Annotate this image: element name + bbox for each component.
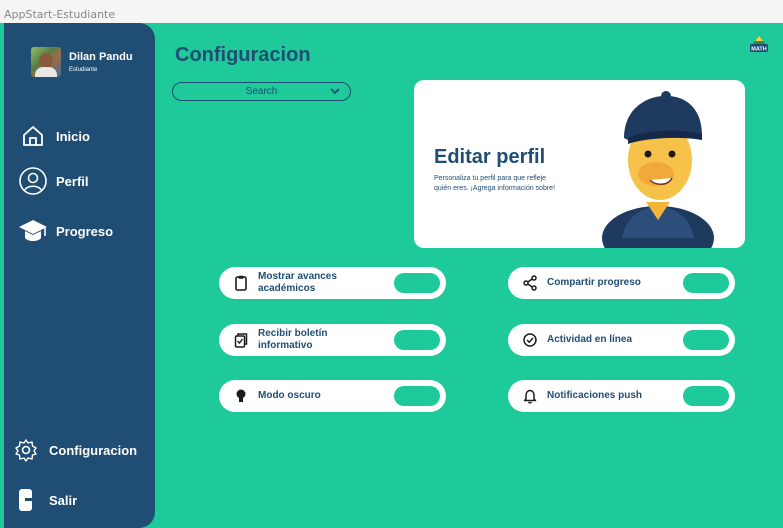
- sidebar-item-label: Inicio: [56, 128, 90, 144]
- user-icon: [18, 166, 48, 196]
- toggle-switch[interactable]: [683, 273, 729, 293]
- setting-mostrar-avances[interactable]: Mostrar avances académicos: [219, 267, 446, 299]
- math-logo: MATH: [749, 34, 769, 54]
- character-illustration: [602, 91, 714, 248]
- search-dropdown[interactable]: Search: [172, 82, 351, 101]
- setting-label: Compartir progreso: [547, 277, 641, 288]
- sidebar-item-label: Perfil: [56, 173, 89, 189]
- clipboard-icon: [233, 275, 249, 291]
- hero-title: Editar perfil: [434, 146, 546, 168]
- toggle-switch[interactable]: [683, 386, 729, 406]
- sidebar-item-label: Salir: [49, 492, 78, 508]
- page-title: Configuracion: [175, 44, 311, 66]
- setting-recibir-boletin[interactable]: Recibir boletín informativo: [219, 324, 446, 356]
- bulb-icon: [233, 388, 249, 404]
- home-icon: [18, 121, 48, 151]
- gear-icon: [11, 435, 41, 465]
- setting-label: Modo oscuro: [258, 390, 321, 401]
- window-title: AppStart-Estudiante: [4, 8, 116, 21]
- newsletter-icon: [233, 332, 249, 348]
- setting-label: Notificaciones push: [547, 390, 643, 401]
- profile-role: Estudiante: [69, 67, 98, 73]
- sidebar-item-inicio[interactable]: Inicio: [18, 121, 90, 151]
- toggle-switch[interactable]: [394, 386, 440, 406]
- sidebar-item-label: Configuracion: [49, 442, 138, 458]
- bell-icon: [522, 388, 538, 404]
- graduation-cap-icon: [18, 216, 48, 246]
- toggle-switch[interactable]: [394, 330, 440, 350]
- profile-name: Dilan Pandu: [69, 51, 133, 63]
- setting-label: Mostrar avances académicos: [258, 271, 337, 294]
- sidebar-item-configuracion[interactable]: Configuracion: [11, 435, 137, 465]
- sidebar: Dilan Pandu Estudiante Inicio Perfil Pro…: [4, 23, 155, 528]
- app-canvas: Dilan Pandu Estudiante Inicio Perfil Pro…: [0, 23, 783, 528]
- hero-description: Personaliza tu perfil para que refleje q…: [434, 175, 556, 192]
- setting-compartir-progreso[interactable]: Compartir progreso: [508, 267, 735, 299]
- edit-profile-card[interactable]: Editar perfil Personaliza tu perfil para…: [414, 80, 745, 248]
- share-icon: [522, 275, 538, 291]
- setting-label: Actividad en línea: [547, 334, 633, 345]
- setting-label: Recibir boletín informativo: [258, 328, 328, 351]
- setting-modo-oscuro[interactable]: Modo oscuro: [219, 380, 446, 412]
- search-placeholder: Search: [245, 86, 278, 97]
- avatar: [31, 47, 61, 77]
- sidebar-item-label: Progreso: [56, 223, 114, 239]
- toggle-switch[interactable]: [394, 273, 440, 293]
- toggle-switch[interactable]: [683, 330, 729, 350]
- math-logo-text: MATH: [751, 47, 767, 53]
- logout-button[interactable]: Salir: [11, 485, 77, 515]
- sidebar-item-perfil[interactable]: Perfil: [18, 166, 89, 196]
- setting-notificaciones-push[interactable]: Notificaciones push: [508, 380, 735, 412]
- setting-actividad-linea[interactable]: Actividad en línea: [508, 324, 735, 356]
- chevron-down-icon: [329, 85, 341, 100]
- check-circle-icon: [522, 332, 538, 348]
- logout-icon: [11, 485, 41, 515]
- user-profile[interactable]: Dilan Pandu Estudiante: [31, 47, 133, 77]
- sidebar-item-progreso[interactable]: Progreso: [18, 216, 113, 246]
